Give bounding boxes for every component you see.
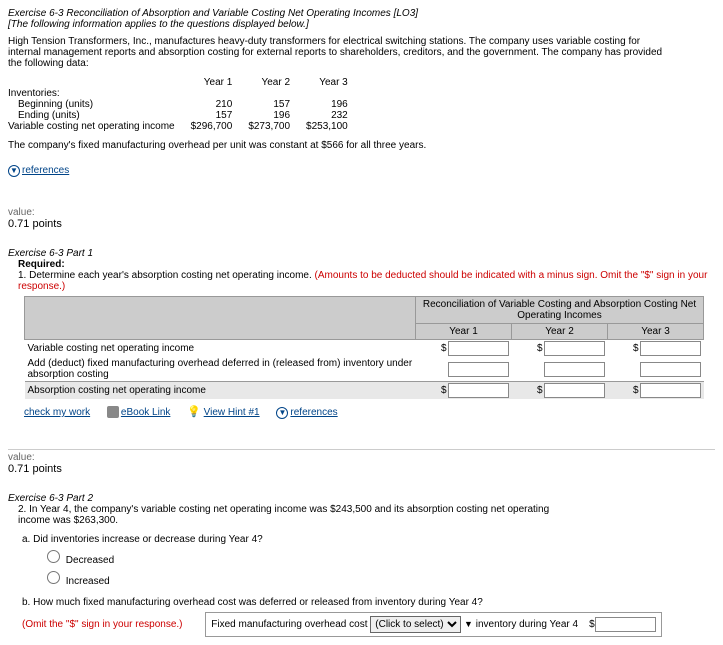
part2-heading: Exercise 6-3 Part 2 xyxy=(8,493,715,504)
references-link[interactable]: ▼references xyxy=(8,165,69,176)
th-year1: Year 1 xyxy=(183,77,241,88)
row-var-noi: Variable costing net operating income xyxy=(8,121,183,132)
answer-suffix: inventory during Year 4 xyxy=(476,619,578,630)
th-year2: Year 2 xyxy=(240,77,298,88)
input-q2b-amount[interactable] xyxy=(595,617,656,632)
input-y2-r1[interactable] xyxy=(544,341,605,356)
recon-year3: Year 3 xyxy=(608,324,704,340)
check-my-work-link[interactable]: check my work xyxy=(24,407,90,418)
separator xyxy=(8,449,715,450)
arrow-down-icon: ▼ xyxy=(8,165,20,177)
input-y1-r2[interactable] xyxy=(448,362,509,377)
input-y3-r1[interactable] xyxy=(640,341,701,356)
points-value: 0.71 points xyxy=(8,218,715,230)
q2-text: 2. In Year 4, the company's variable cos… xyxy=(18,504,549,526)
input-y2-r2[interactable] xyxy=(544,362,605,377)
part1-heading: Exercise 6-3 Part 1 xyxy=(8,248,715,259)
toolbar: check my work eBook Link 💡 View Hint #1 … xyxy=(24,405,715,419)
row-beginning: Beginning (units) xyxy=(8,99,93,110)
ebook-link[interactable]: eBook Link xyxy=(121,407,170,418)
input-y2-r3[interactable] xyxy=(544,383,605,398)
reconciliation-table: Reconciliation of Variable Costing and A… xyxy=(24,296,704,399)
references-link-2[interactable]: ▼references xyxy=(276,407,337,418)
q2a-text: a. Did inventories increase or decrease … xyxy=(22,534,263,545)
input-y1-r3[interactable] xyxy=(448,383,509,398)
q2b-instruction: (Omit the "$" sign in your response.) xyxy=(22,619,183,630)
value-label-2: value: xyxy=(8,452,715,463)
ebook-icon xyxy=(107,406,119,418)
intro-paragraph: High Tension Transformers, Inc., manufac… xyxy=(8,36,668,69)
q1-text: 1. Determine each year's absorption cost… xyxy=(18,270,312,281)
chevron-down-icon: ▼ xyxy=(464,619,473,629)
radio-decreased[interactable] xyxy=(47,550,60,563)
exercise-subtitle: [The following information applies to th… xyxy=(8,19,668,30)
exercise-title: Exercise 6-3 Reconciliation of Absorptio… xyxy=(8,8,668,19)
points-value-2: 0.71 points xyxy=(8,463,715,475)
th-blank xyxy=(8,77,183,88)
view-hint-link[interactable]: View Hint #1 xyxy=(204,407,260,418)
label-decreased: Decreased xyxy=(66,555,114,566)
recon-row1: Variable costing net operating income xyxy=(25,340,416,358)
row-ending: Ending (units) xyxy=(8,110,80,121)
recon-year1: Year 1 xyxy=(416,324,512,340)
answer-prefix: Fixed manufacturing overhead cost xyxy=(211,619,367,630)
q2b-answer-box: Fixed manufacturing overhead cost (Click… xyxy=(205,612,661,637)
label-increased: Increased xyxy=(66,576,110,587)
arrow-down-icon: ▼ xyxy=(276,407,288,419)
input-y3-r3[interactable] xyxy=(640,383,701,398)
required-label: Required: xyxy=(18,259,65,270)
value-label: value: xyxy=(8,207,715,218)
q2b-text: b. How much fixed manufacturing overhead… xyxy=(22,597,483,608)
radio-increased[interactable] xyxy=(47,571,60,584)
recon-year2: Year 2 xyxy=(512,324,608,340)
input-y3-r2[interactable] xyxy=(640,362,701,377)
recon-row3: Absorption costing net operating income xyxy=(25,382,416,400)
deferred-released-select[interactable]: (Click to select) xyxy=(370,616,461,633)
row-inventories: Inventories: xyxy=(8,88,183,99)
input-y1-r1[interactable] xyxy=(448,341,509,356)
data-table: Year 1 Year 2 Year 3 Inventories: Beginn… xyxy=(8,77,356,132)
recon-title: Reconciliation of Variable Costing and A… xyxy=(416,297,704,324)
hint-icon: 💡 xyxy=(187,406,201,418)
recon-row2: Add (deduct) fixed manufacturing overhea… xyxy=(25,357,416,382)
overhead-note: The company's fixed manufacturing overhe… xyxy=(8,140,668,151)
th-year3: Year 3 xyxy=(298,77,356,88)
